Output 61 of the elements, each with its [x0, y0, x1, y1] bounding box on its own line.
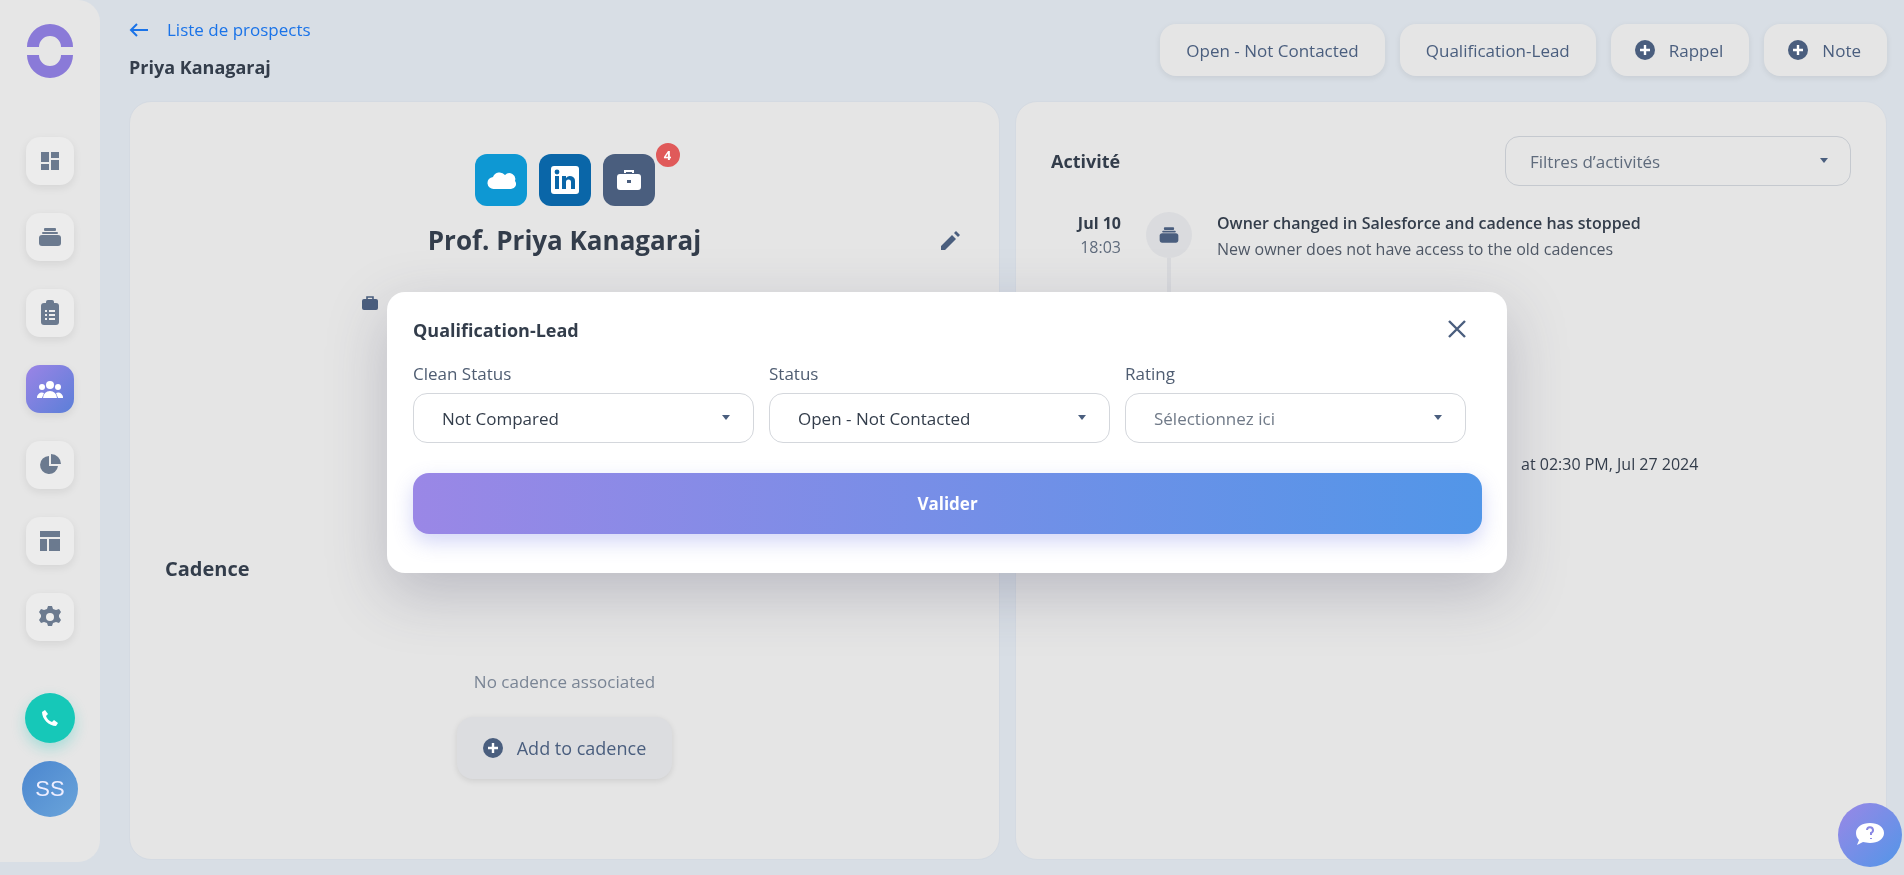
briefcase-icon	[615, 169, 642, 191]
nav-button[interactable]	[26, 593, 74, 641]
caret-icon	[721, 415, 731, 421]
caret-icon	[1433, 415, 1443, 421]
briefcase-icon	[362, 296, 378, 310]
stack-icon	[1157, 225, 1181, 245]
cloud-button[interactable]	[474, 154, 527, 206]
user-avatar[interactable]: SS	[22, 761, 78, 817]
filter-dropdown[interactable]: Filtres d’activités	[1505, 136, 1851, 186]
caret-icon	[1077, 415, 1087, 421]
add-to-cadence-button[interactable]: Add to cadence	[456, 717, 673, 779]
field-label: Clean Status	[413, 362, 513, 385]
nav-button[interactable]	[26, 517, 74, 565]
activity-title: Owner changed in Salesforce and cadence has stopped	[1217, 212, 1641, 234]
status-button[interactable]: Qualification-Lead	[1399, 24, 1596, 76]
dashboard-icon	[38, 149, 62, 173]
nav-button[interactable]	[26, 289, 74, 337]
nav-button[interactable]	[26, 213, 74, 261]
cloud-icon	[485, 170, 516, 190]
select-field[interactable]: Open - Not Contacted	[769, 393, 1110, 443]
add-button[interactable]: Note	[1764, 24, 1887, 76]
dialog-title: Qualification-Lead	[413, 318, 579, 342]
pie-chart-icon	[38, 453, 62, 477]
clipboard-icon	[40, 300, 60, 326]
linkedin-icon	[550, 166, 579, 194]
nav-button[interactable]	[26, 365, 74, 413]
pencil-icon	[939, 230, 961, 252]
count-badge: 4	[653, 141, 682, 169]
activity-time: 18:03	[1080, 236, 1121, 258]
close-icon	[1448, 319, 1466, 338]
plus-icon	[1788, 40, 1809, 60]
prospect-title: Prof. Priya Kanagaraj	[427, 222, 702, 258]
field-label: Rating	[1125, 362, 1176, 385]
submit-button[interactable]: Valider	[413, 473, 1482, 534]
status-button[interactable]: Open - Not Contacted	[1160, 24, 1385, 76]
back-link[interactable]: Liste de prospects	[129, 18, 311, 41]
phone-button[interactable]	[25, 693, 75, 743]
add-button[interactable]: Rappel	[1610, 24, 1750, 76]
settings-icon	[38, 605, 62, 629]
activity-date: Jul 10	[1077, 212, 1121, 234]
select-field[interactable]: Not Compared	[413, 393, 754, 443]
section-title: Cadence	[165, 555, 251, 582]
layout-icon	[38, 529, 62, 553]
plus-icon	[1634, 40, 1655, 60]
people-icon	[37, 379, 63, 399]
nav-button[interactable]	[26, 137, 74, 185]
prospect-name: Priya Kanagaraj	[129, 55, 271, 79]
field-label: Status	[769, 362, 820, 385]
activity-description: New owner does not have access to the old cadences	[1217, 238, 1615, 260]
plus-icon	[482, 738, 503, 758]
back-arrow-icon	[129, 22, 149, 37]
activity-description: at 02:30 PM, Jul 27 2024	[1521, 453, 1700, 475]
briefcase-button[interactable]	[602, 154, 655, 206]
section-title: Activité	[1051, 149, 1121, 173]
select-field[interactable]: Sélectionnez ici	[1125, 393, 1466, 443]
caret-icon	[1819, 158, 1829, 164]
phone-icon	[41, 709, 59, 727]
nav-button[interactable]	[26, 441, 74, 489]
stack-icon	[37, 226, 63, 248]
linkedin-button[interactable]	[538, 154, 591, 206]
empty-message: No cadence associated	[473, 670, 656, 693]
